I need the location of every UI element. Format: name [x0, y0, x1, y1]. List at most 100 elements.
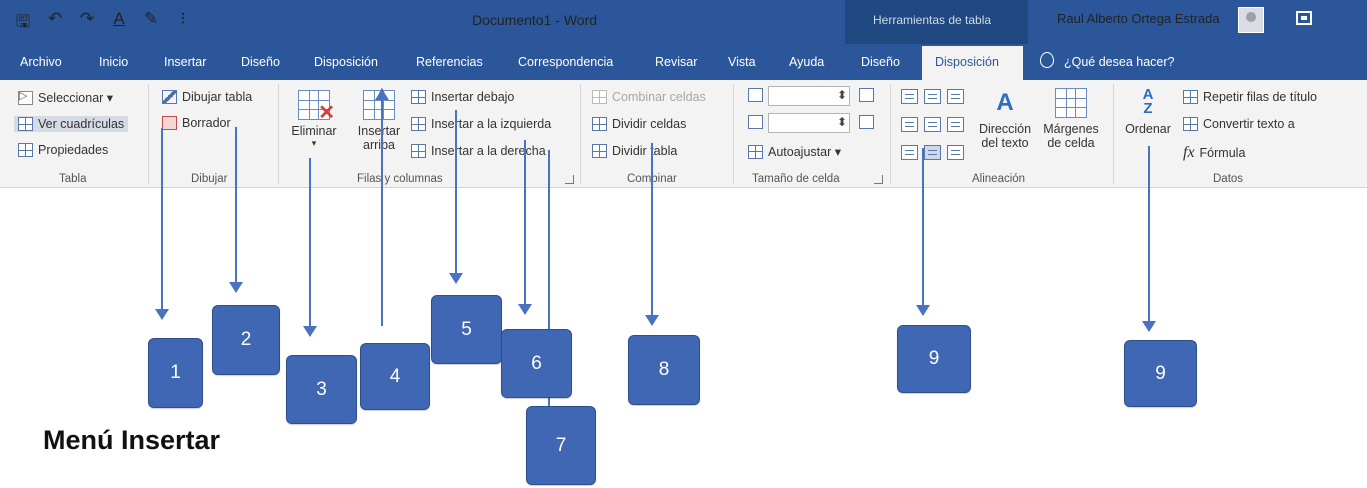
- dibujar-tabla-button[interactable]: Dibujar tabla: [162, 90, 252, 104]
- callout-5: 5: [431, 295, 502, 364]
- borrador-button[interactable]: Borrador: [162, 116, 231, 130]
- align-bottom-center-icon[interactable]: [924, 145, 941, 160]
- group-separator: [148, 84, 149, 184]
- callout-2: 2: [212, 305, 280, 375]
- group-separator: [580, 84, 581, 184]
- caption: Menú Insertar: [43, 425, 221, 455]
- group-label-alineacion: Alineación: [972, 173, 1026, 185]
- align-middle-left-icon[interactable]: [901, 117, 918, 132]
- eraser-icon: [162, 116, 177, 130]
- redo-icon[interactable]: ↷: [78, 9, 96, 38]
- callout-7: 7: [526, 406, 596, 485]
- arrow-9a: [916, 148, 930, 316]
- align-middle-right-icon[interactable]: [947, 117, 964, 132]
- draw-table-icon: [162, 90, 177, 104]
- tab-insertar[interactable]: Insertar: [164, 55, 206, 69]
- group-label-datos: Datos: [1213, 173, 1244, 185]
- tab-inicio[interactable]: Inicio: [99, 55, 128, 69]
- ordenar-button[interactable]: AZ Ordenar: [1122, 86, 1174, 136]
- document-title: Documento1 - Word: [472, 12, 598, 28]
- align-middle-center-icon[interactable]: [924, 117, 941, 132]
- customize-icon[interactable]: ⁝: [174, 9, 192, 38]
- callout-6: 6: [501, 329, 572, 398]
- user-name[interactable]: Raul Alberto Ortega Estrada: [1057, 11, 1220, 26]
- group-label-filas-columnas: Filas y columnas: [357, 173, 443, 185]
- table-tools-title: Herramientas de tabla: [873, 13, 992, 27]
- tell-me-search[interactable]: ¿Qué desea hacer?: [1064, 55, 1175, 69]
- callout-4: 4: [360, 343, 430, 410]
- tab-disposicion[interactable]: Disposición: [314, 55, 378, 69]
- ribbon-display-options-icon[interactable]: [1296, 11, 1312, 25]
- save-icon[interactable]: 🖫: [14, 9, 32, 38]
- insertar-debajo-button[interactable]: Insertar debajo: [411, 90, 514, 104]
- distribute-rows-icon[interactable]: [859, 88, 874, 102]
- insert-left-icon: [411, 117, 426, 131]
- edit-icon[interactable]: ✎: [142, 9, 160, 38]
- distribute-columns-icon[interactable]: [859, 115, 874, 129]
- cell-margins-icon: [1055, 88, 1087, 118]
- gridlines-icon: [18, 117, 33, 131]
- group-separator: [1113, 84, 1114, 184]
- tamano-celda-launcher-icon[interactable]: [874, 175, 883, 184]
- tab-archivo[interactable]: Archivo: [20, 55, 62, 69]
- arrow-8: [645, 143, 659, 326]
- group-separator: [278, 84, 279, 184]
- direccion-texto-button[interactable]: A Dirección del texto: [972, 88, 1038, 150]
- align-top-right-icon[interactable]: [947, 89, 964, 104]
- autoajustar-button[interactable]: Autoajustar ▾: [748, 144, 841, 159]
- propiedades-button[interactable]: Propiedades: [18, 143, 108, 157]
- arrow-3: [303, 158, 317, 337]
- group-label-tamano-celda: Tamaño de celda: [752, 173, 840, 185]
- font-color-icon[interactable]: A: [110, 9, 128, 38]
- formula-icon: fx: [1183, 144, 1195, 161]
- group-label-dibujar: Dibujar: [191, 173, 228, 185]
- tab-table-disposicion[interactable]: Disposición: [935, 55, 999, 69]
- tab-revisar[interactable]: Revisar: [655, 55, 697, 69]
- tab-referencias[interactable]: Referencias: [416, 55, 483, 69]
- repetir-filas-button[interactable]: Repetir filas de título: [1183, 90, 1317, 104]
- ver-cuadriculas-button[interactable]: Ver cuadrículas: [14, 116, 129, 132]
- group-label-tabla: Tabla: [59, 173, 87, 185]
- tab-correspondencia[interactable]: Correspondencia: [518, 55, 613, 69]
- lightbulb-icon[interactable]: [1040, 52, 1054, 68]
- align-bottom-right-icon[interactable]: [947, 145, 964, 160]
- tab-ayuda[interactable]: Ayuda: [789, 55, 824, 69]
- tab-diseno[interactable]: Diseño: [241, 55, 280, 69]
- callout-9a: 9: [897, 325, 971, 393]
- properties-icon: [18, 143, 33, 157]
- insert-right-icon: [411, 144, 426, 158]
- arrow-2: [229, 127, 243, 293]
- margenes-celda-button[interactable]: Márgenes de celda: [1036, 88, 1106, 150]
- convert-to-text-icon: [1183, 117, 1198, 131]
- arrow-1: [155, 128, 169, 320]
- tab-vista[interactable]: Vista: [728, 55, 756, 69]
- align-top-left-icon[interactable]: [901, 89, 918, 104]
- text-direction-icon: A: [996, 89, 1014, 116]
- column-width-icon: [748, 115, 763, 129]
- merge-cells-icon: [592, 90, 607, 104]
- delete-table-icon: ✕: [298, 90, 335, 123]
- row-height-icon: [748, 88, 763, 102]
- eliminar-button[interactable]: ✕ Eliminar ▾: [288, 90, 340, 149]
- arrow-4: [375, 89, 389, 326]
- callout-9b: 9: [1124, 340, 1197, 407]
- convertir-texto-button[interactable]: Convertir texto a: [1183, 117, 1295, 131]
- row-height-input[interactable]: [768, 86, 850, 106]
- align-bottom-left-icon[interactable]: [901, 145, 918, 160]
- insertar-izquierda-button[interactable]: Insertar a la izquierda: [411, 117, 551, 131]
- repeat-header-rows-icon: [1183, 90, 1198, 104]
- seleccionar-button[interactable]: Seleccionar ▾: [18, 89, 113, 105]
- column-width-input[interactable]: [768, 113, 850, 133]
- sort-icon: AZ: [1142, 86, 1154, 117]
- tab-table-diseno[interactable]: Diseño: [861, 55, 900, 69]
- avatar[interactable]: [1238, 7, 1264, 33]
- dividir-tabla-button[interactable]: Dividir tabla: [592, 144, 677, 158]
- undo-icon[interactable]: ↶: [46, 9, 64, 38]
- combinar-celdas-button[interactable]: Combinar celdas: [592, 90, 706, 104]
- filas-columnas-launcher-icon[interactable]: [565, 175, 574, 184]
- formula-button[interactable]: fx Fórmula: [1183, 144, 1245, 162]
- dividir-celdas-button[interactable]: Dividir celdas: [592, 117, 686, 131]
- select-icon: [18, 89, 33, 105]
- align-top-center-icon[interactable]: [924, 89, 941, 104]
- callout-8: 8: [628, 335, 700, 405]
